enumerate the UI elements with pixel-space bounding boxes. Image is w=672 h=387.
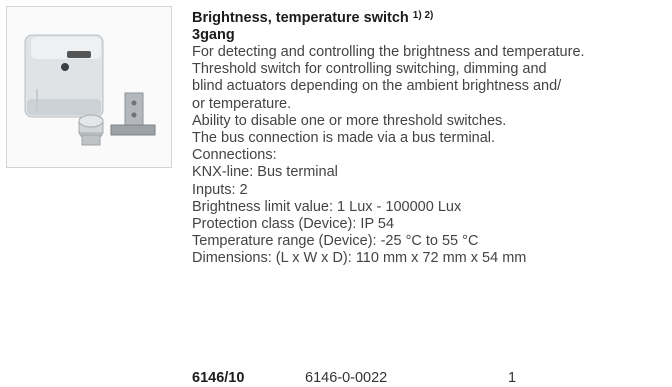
product-image [6,6,172,168]
footnote-marks: 1) 2) [412,10,434,21]
spec-line: Protection class (Device): IP 54 [192,216,395,233]
product-subtitle: 3gang [192,27,235,43]
spec-line: Temperature range (Device): -25 °C to 55… [192,233,479,250]
cable-gland [78,114,104,146]
order-number: 6146/10 [192,370,245,386]
product-title: Brightness, temperature switch [192,10,409,26]
description-line: The bus connection is made via a bus ter… [192,130,496,147]
product-description: Brightness, temperature switch 1) 2) 3ga… [192,7,668,268]
connections-heading: Connections: [192,147,277,164]
package-quantity: 1 [508,370,517,386]
product-title-line: Brightness, temperature switch 1) 2) [192,7,668,27]
article-code: 6146-0-0022 [305,370,388,386]
mounting-bracket [110,92,156,136]
product-photo-drawing [24,34,156,146]
description-line: or temperature. [192,95,292,112]
spec-line: KNX-line: Bus terminal [192,164,338,181]
description-line: blind actuators depending on the ambient… [192,78,562,95]
description-line: For detecting and controlling the bright… [192,44,585,60]
description-line: Threshold switch for controlling switchi… [192,61,547,78]
spec-line: Brightness limit value: 1 Lux - 100000 L… [192,198,462,215]
spec-line: Inputs: 2 [192,181,248,198]
spec-line: Dimensions: (L x W x D): 110 mm x 72 mm … [192,250,527,267]
description-line: Ability to disable one or more threshold… [192,112,507,129]
